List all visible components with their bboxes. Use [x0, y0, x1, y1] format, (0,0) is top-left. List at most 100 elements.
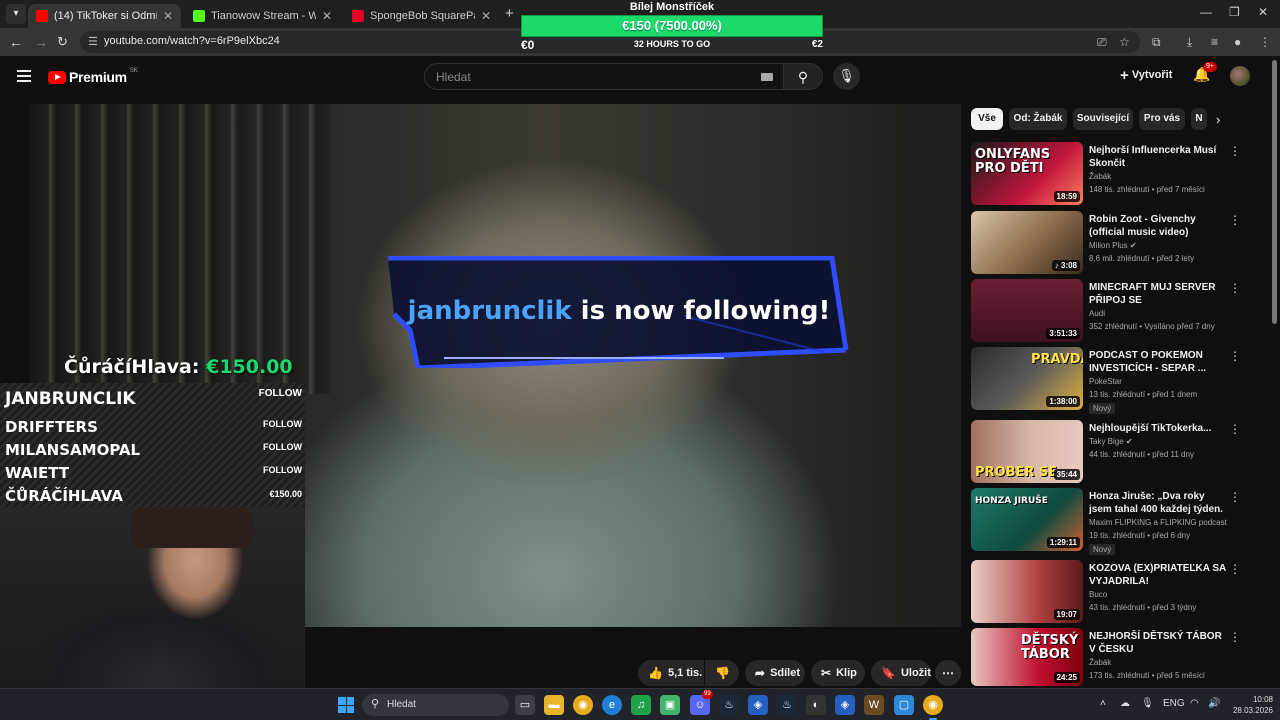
share-button[interactable]: ➦ Sdílet: [745, 660, 805, 686]
menu-icon[interactable]: ⋮: [1259, 35, 1271, 49]
video-title[interactable]: Honza Jiruše: „Dva roky jsem tahal 400 k…: [1089, 490, 1227, 516]
account-avatar[interactable]: [1230, 66, 1250, 86]
video-thumbnail[interactable]: HONZA JIRUŠE 1:29:11: [971, 488, 1083, 551]
volume-icon[interactable]: 🔊: [1208, 698, 1220, 709]
windows-start-icon[interactable]: [338, 697, 354, 713]
bookmark-star-icon[interactable]: ☆: [1119, 35, 1130, 49]
recommendation-item[interactable]: 3:51:33 MINECRAFT MUJ SERVER PŘIPOJ SE A…: [971, 279, 1251, 343]
video-thumbnail[interactable]: ♪ 3:08: [971, 211, 1083, 274]
spotify-icon[interactable]: ♫: [631, 695, 651, 715]
more-vertical-icon[interactable]: ⋮: [1229, 281, 1241, 295]
video-thumbnail[interactable]: 19:07: [971, 560, 1083, 623]
more-actions-button[interactable]: ⋯: [935, 660, 961, 686]
channel-name[interactable]: Taky Bige ✔: [1089, 437, 1133, 446]
app2-icon[interactable]: ◈: [748, 695, 768, 715]
video-thumbnail[interactable]: PROBER SE 35:44: [971, 420, 1083, 483]
channel-name[interactable]: Žabák: [1089, 172, 1111, 181]
media-control-icon[interactable]: ≡: [1211, 35, 1218, 49]
app5-icon[interactable]: ▢: [894, 695, 914, 715]
channel-name[interactable]: Maxim FLIPKING a FLIPKING podcast: [1089, 518, 1227, 527]
video-title[interactable]: NEJHORŠÍ DĚTSKÝ TÁBOR V ČESKU: [1089, 630, 1227, 656]
forward-icon[interactable]: →: [34, 34, 48, 50]
discord-icon[interactable]: ☺ 99: [690, 690, 713, 715]
notifications-button[interactable]: 🔔 9+: [1193, 62, 1217, 83]
task-view-icon[interactable]: ▭: [515, 695, 535, 715]
file-explorer-icon[interactable]: ▬: [544, 695, 564, 715]
recommendation-item[interactable]: HONZA JIRUŠE 1:29:11 Honza Jiruše: „Dva …: [971, 488, 1251, 555]
edge-icon[interactable]: e: [602, 695, 622, 715]
dislike-button[interactable]: 👎: [705, 660, 739, 686]
chip-for-you[interactable]: Pro vás: [1139, 108, 1185, 130]
voice-search-button[interactable]: 🎙: [833, 63, 860, 90]
video-thumbnail[interactable]: ONLYFANS PRO DĚTI 18:59: [971, 142, 1083, 205]
save-button[interactable]: 🔖 Uložit: [871, 660, 931, 686]
recommendation-item[interactable]: PRAVDA 1:38:00 PODCAST O POKEMON INVESTI…: [971, 347, 1251, 414]
more-vertical-icon[interactable]: ⋮: [1229, 562, 1241, 576]
video-title[interactable]: MINECRAFT MUJ SERVER PŘIPOJ SE: [1089, 281, 1227, 307]
tray-mic-icon[interactable]: 🎙: [1141, 698, 1154, 709]
recommendation-item[interactable]: PROBER SE 35:44 Nejhloupější TikTokerka.…: [971, 420, 1251, 484]
chip-from-channel[interactable]: Od: Žabák: [1009, 108, 1067, 130]
keyboard-language[interactable]: ENG: [1163, 698, 1185, 709]
like-button[interactable]: 👍 5,1 tis.: [638, 660, 704, 686]
tab-close-icon[interactable]: ✕: [322, 9, 332, 23]
tray-app-icon[interactable]: ☁: [1120, 698, 1130, 709]
keyboard-icon[interactable]: [761, 73, 773, 81]
channel-name[interactable]: Buco: [1089, 590, 1107, 599]
channel-name[interactable]: Milion Plus ✔: [1089, 241, 1137, 250]
minimize-icon[interactable]: —: [1200, 5, 1212, 19]
browser-tab-1[interactable]: (14) TikToker si Odmítá Uklidit D ✕: [28, 4, 181, 28]
app3-icon[interactable]: ◐: [806, 695, 826, 715]
system-clock[interactable]: 10:08 28.03.2026: [1225, 694, 1273, 716]
wow-icon[interactable]: W: [864, 695, 884, 715]
more-vertical-icon[interactable]: ⋮: [1229, 630, 1241, 644]
chevron-right-icon[interactable]: ›: [1216, 112, 1220, 127]
back-icon[interactable]: ←: [9, 34, 23, 50]
download-icon[interactable]: ⤓: [1187, 35, 1192, 50]
more-vertical-icon[interactable]: ⋮: [1229, 422, 1241, 436]
more-vertical-icon[interactable]: ⋮: [1229, 144, 1241, 158]
page-scrollbar[interactable]: [1272, 60, 1277, 324]
search-button[interactable]: ⚲: [783, 63, 823, 90]
tab-close-icon[interactable]: ✕: [163, 9, 173, 23]
extensions-icon[interactable]: ⧉: [1152, 35, 1161, 50]
app4-icon[interactable]: ◈: [835, 695, 855, 715]
chip-more[interactable]: N: [1191, 108, 1207, 130]
video-thumbnail[interactable]: PRAVDA 1:38:00: [971, 347, 1083, 410]
cast-icon[interactable]: ⎚: [1097, 35, 1107, 50]
more-vertical-icon[interactable]: ⋮: [1229, 213, 1241, 227]
steam-icon[interactable]: ♨: [719, 695, 739, 715]
recommendation-item[interactable]: ♪ 3:08 Robin Zoot - Givenchy (official m…: [971, 211, 1251, 275]
recommendation-item[interactable]: 19:07 KOZOVA (EX)PRIATEĽKA SA VYJADRILA!…: [971, 560, 1251, 624]
chrome-active-icon[interactable]: ◉: [923, 695, 943, 720]
video-title[interactable]: Robin Zoot - Givenchy (official music vi…: [1089, 213, 1227, 239]
more-vertical-icon[interactable]: ⋮: [1229, 490, 1241, 504]
video-title[interactable]: PODCAST O POKEMON INVESTICÍCH - SEPAR ..…: [1089, 349, 1227, 375]
channel-name[interactable]: Audi: [1089, 309, 1105, 318]
guide-menu-icon[interactable]: [17, 70, 31, 82]
close-window-icon[interactable]: ✕: [1258, 5, 1268, 19]
chip-all[interactable]: Vše: [971, 108, 1003, 130]
reload-icon[interactable]: ↻: [57, 34, 68, 50]
chip-related[interactable]: Související: [1073, 108, 1133, 130]
browser-tab-3[interactable]: SpongeBob SquarePants - post ✕: [344, 4, 499, 28]
video-title[interactable]: Nejhorší Influencerka Musí Skončit: [1089, 144, 1227, 170]
channel-name[interactable]: PokeStar: [1089, 377, 1122, 386]
app-icon[interactable]: ▣: [660, 695, 680, 715]
browser-tab-2[interactable]: Tianowow Stream - Watch Live ✕: [185, 4, 340, 28]
video-title[interactable]: KOZOVA (EX)PRIATEĽKA SA VYJADRILA!: [1089, 562, 1227, 588]
recommendation-item[interactable]: DĚTSKÝ TÁBOR 24:25 NEJHORŠÍ DĚTSKÝ TÁBOR…: [971, 628, 1251, 686]
tab-close-icon[interactable]: ✕: [481, 9, 491, 23]
site-info-icon[interactable]: ☰: [88, 35, 98, 48]
search-input[interactable]: Hledat: [424, 63, 784, 90]
channel-name[interactable]: Žabák: [1089, 658, 1111, 667]
youtube-logo[interactable]: Premium SK: [48, 68, 138, 85]
create-button[interactable]: + Vytvořit: [1120, 67, 1172, 84]
video-thumbnail[interactable]: 3:51:33: [971, 279, 1083, 342]
taskbar-search[interactable]: ⚲ Hledat: [362, 694, 509, 716]
recommendation-item[interactable]: ONLYFANS PRO DĚTI 18:59 Nejhorší Influen…: [971, 142, 1251, 206]
tray-chevron-icon[interactable]: ˄: [1100, 698, 1106, 709]
steam2-icon[interactable]: ♨: [777, 695, 797, 715]
tab-search-button[interactable]: ▾: [6, 4, 26, 24]
video-title[interactable]: Nejhloupější TikTokerka...: [1089, 422, 1227, 435]
